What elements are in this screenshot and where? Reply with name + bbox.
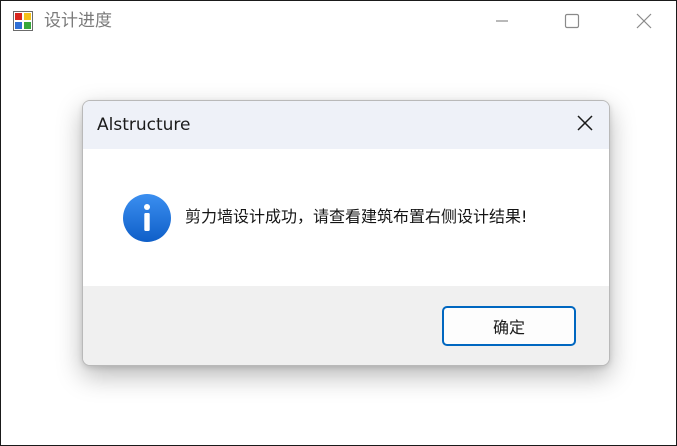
minimize-button[interactable] — [479, 1, 525, 41]
ok-button[interactable]: 确定 — [442, 306, 576, 346]
window-title: 设计进度 — [44, 11, 112, 31]
close-icon — [576, 114, 594, 136]
window-close-button[interactable] — [621, 1, 667, 41]
dialog-titlebar[interactable]: Alstructure — [83, 101, 609, 149]
close-icon — [636, 13, 652, 29]
window-titlebar[interactable]: 设计进度 — [1, 1, 676, 41]
maximize-icon — [564, 13, 580, 29]
app-window: 设计进度 Alstructure 剪力墙设计成功，请查看建筑布置右侧设计结果! … — [0, 0, 677, 446]
dialog-content: 剪力墙设计成功，请查看建筑布置右侧设计结果! — [83, 149, 609, 286]
maximize-button[interactable] — [549, 1, 595, 41]
message-text: 剪力墙设计成功，请查看建筑布置右侧设计结果! — [185, 207, 528, 226]
dialog-footer: 确定 — [83, 286, 609, 365]
app-icon — [13, 11, 33, 31]
message-dialog: Alstructure 剪力墙设计成功，请查看建筑布置右侧设计结果! 确定 — [82, 100, 610, 366]
info-icon — [122, 193, 172, 243]
dialog-close-button[interactable] — [567, 106, 603, 144]
dialog-title: Alstructure — [97, 115, 191, 135]
minimize-icon — [495, 14, 509, 28]
